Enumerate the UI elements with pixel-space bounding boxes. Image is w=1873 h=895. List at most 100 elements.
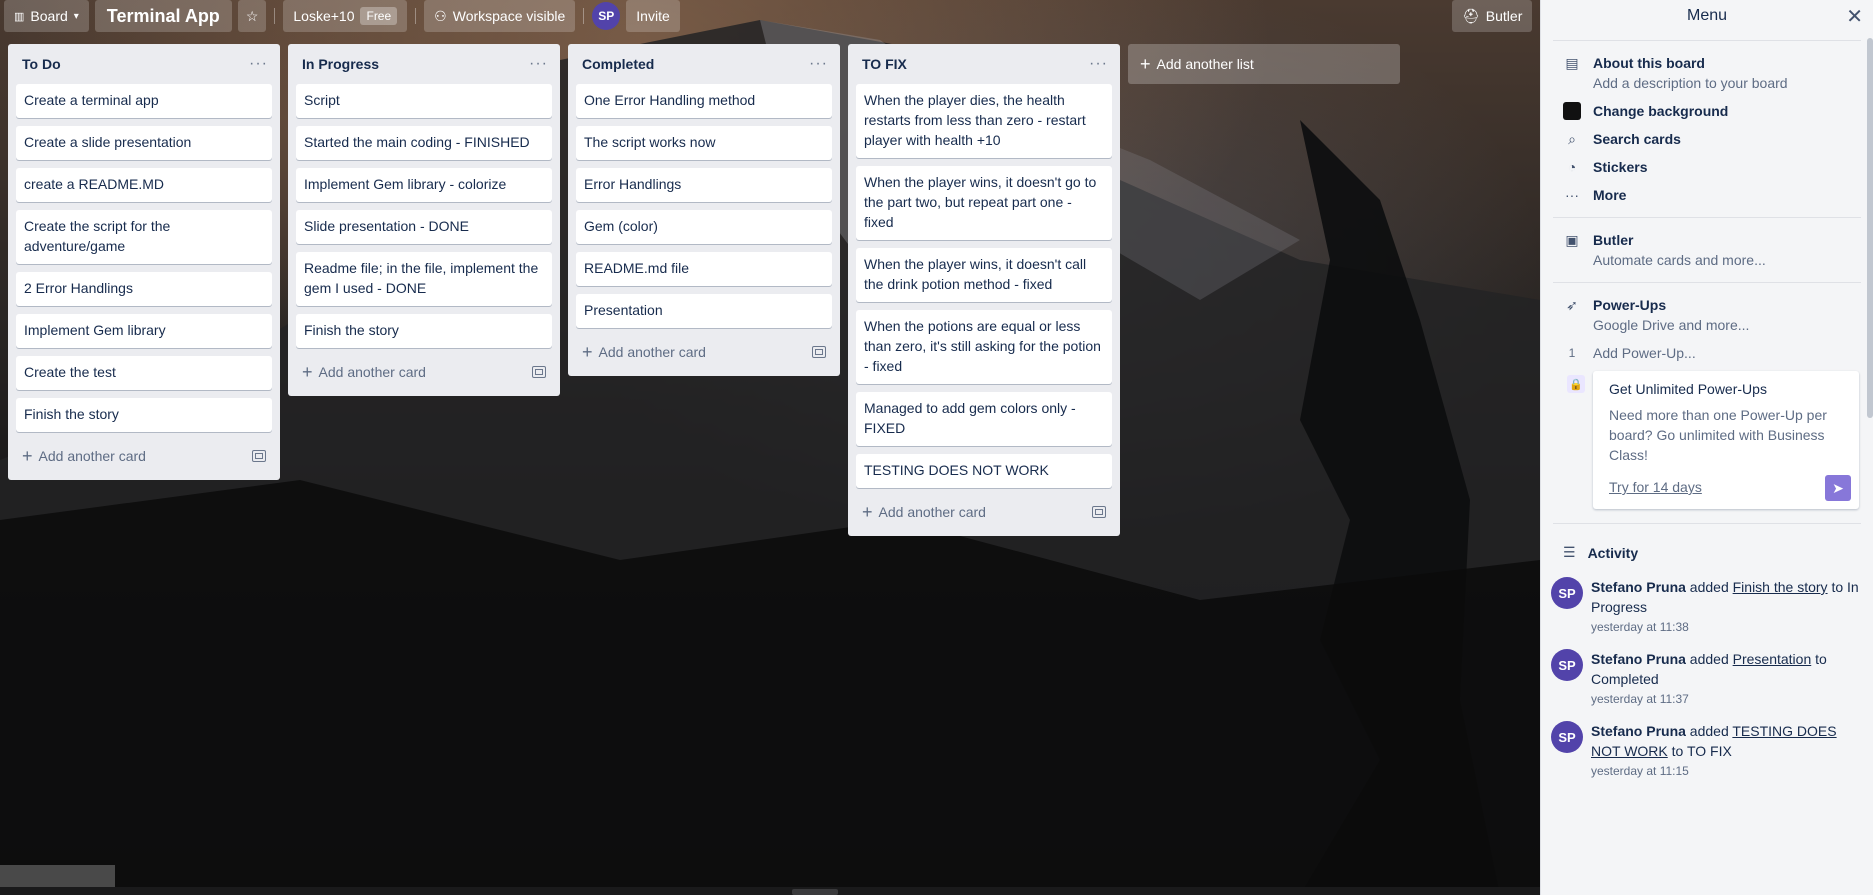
card-template-icon[interactable]	[1092, 506, 1106, 518]
activity-verb: added	[1689, 579, 1729, 595]
list-title[interactable]: TO FIX	[862, 56, 907, 72]
star-icon: ☆	[245, 7, 259, 24]
add-list-button[interactable]: + Add another list	[1128, 44, 1400, 84]
card-template-icon[interactable]	[532, 366, 546, 378]
card[interactable]: Implement Gem library - colorize	[296, 168, 552, 202]
card[interactable]: Create the test	[16, 356, 272, 390]
avatar[interactable]: SP	[1551, 577, 1583, 609]
about-board-item[interactable]: ▤ About this board Add a description to …	[1541, 49, 1873, 97]
activity-user: Stefano Pruna	[1591, 651, 1686, 667]
about-board-subtitle: Add a description to your board	[1593, 75, 1788, 91]
header-divider	[583, 8, 585, 24]
close-icon[interactable]: ✕	[1846, 4, 1863, 29]
header-divider	[274, 8, 276, 24]
stickers-item[interactable]: ◔ Stickers	[1541, 153, 1873, 181]
card-template-icon[interactable]	[812, 346, 826, 358]
board-switcher-button[interactable]: ▥ Board ▾	[4, 0, 89, 32]
card[interactable]: Script	[296, 84, 552, 118]
power-ups-item[interactable]: ➶ Power-Ups Google Drive and more...	[1541, 291, 1873, 339]
send-icon[interactable]: ➤	[1825, 475, 1851, 501]
list-title[interactable]: Completed	[582, 56, 654, 72]
menu-divider	[1553, 523, 1861, 524]
visibility-label: Workspace visible	[452, 8, 566, 24]
add-card-label: Add another card	[598, 344, 706, 360]
card[interactable]: Finish the story	[296, 314, 552, 348]
activity-time[interactable]: yesterday at 11:15	[1591, 761, 1861, 781]
list-menu-icon[interactable]: ···	[529, 55, 548, 73]
activity-card-link[interactable]: Presentation	[1733, 651, 1812, 667]
add-power-up-item[interactable]: 1 Add Power-Up...	[1541, 339, 1873, 367]
card[interactable]: Error Handlings	[576, 168, 832, 202]
invite-button[interactable]: Invite	[626, 0, 680, 32]
card[interactable]: When the potions are equal or less than …	[856, 310, 1112, 384]
menu-divider	[1553, 217, 1861, 218]
card[interactable]: Finish the story	[16, 398, 272, 432]
board-info-icon: ▤	[1565, 54, 1579, 71]
member-avatar[interactable]: SP	[592, 2, 621, 30]
add-card-button[interactable]: + Add another card	[582, 343, 706, 361]
list-menu-icon[interactable]: ···	[249, 55, 268, 73]
card[interactable]: Create a terminal app	[16, 84, 272, 118]
card[interactable]: Implement Gem library	[16, 314, 272, 348]
card[interactable]: Slide presentation - DONE	[296, 210, 552, 244]
try-free-link[interactable]: Try for 14 days	[1609, 479, 1702, 495]
butler-item[interactable]: ▣ Butler Automate cards and more...	[1541, 226, 1873, 274]
menu-divider	[1553, 40, 1861, 41]
card[interactable]: README.md file	[576, 252, 832, 286]
add-card-button[interactable]: + Add another card	[22, 447, 146, 465]
card[interactable]: When the player wins, it doesn't go to t…	[856, 166, 1112, 240]
activity-time[interactable]: yesterday at 11:38	[1591, 617, 1861, 637]
board-scroll-handle[interactable]	[792, 889, 838, 895]
list-menu-icon[interactable]: ···	[1089, 55, 1108, 73]
search-cards-item[interactable]: ⌕ Search cards	[1541, 125, 1873, 153]
card[interactable]: create a README.MD	[16, 168, 272, 202]
card[interactable]: Presentation	[576, 294, 832, 328]
add-card-label: Add another card	[318, 364, 426, 380]
activity-item: SP Stefano Pruna added Finish the story …	[1541, 571, 1873, 643]
add-card-button[interactable]: + Add another card	[862, 503, 986, 521]
add-card-button[interactable]: + Add another card	[302, 363, 426, 381]
card[interactable]: 2 Error Handlings	[16, 272, 272, 306]
avatar[interactable]: SP	[1551, 649, 1583, 681]
card[interactable]: Managed to add gem colors only - FIXED	[856, 392, 1112, 446]
activity-card-link[interactable]: Finish the story	[1733, 579, 1828, 595]
workspace-button[interactable]: Loske+10 Free	[283, 0, 408, 32]
card[interactable]: When the player wins, it doesn't call th…	[856, 248, 1112, 302]
visibility-button[interactable]: ⚇ Workspace visible	[424, 0, 576, 32]
stickers-label: Stickers	[1593, 159, 1648, 175]
card[interactable]: Create a slide presentation	[16, 126, 272, 160]
card[interactable]: Create the script for the adventure/game	[16, 210, 272, 264]
board-scroll-thumb[interactable]	[0, 865, 115, 887]
butler-header-button[interactable]: ⛑ Butler	[1452, 0, 1533, 32]
card[interactable]: The script works now	[576, 126, 832, 160]
board-header: ▥ Board ▾ Terminal App ☆ Loske+10 Free ⚇…	[0, 0, 1540, 32]
card[interactable]: Readme file; in the file, implement the …	[296, 252, 552, 306]
add-card-row: + Add another card	[856, 496, 1112, 528]
list-title[interactable]: In Progress	[302, 56, 379, 72]
list-in-progress: In Progress ··· Script Started the main …	[288, 44, 560, 396]
card[interactable]: Started the main coding - FINISHED	[296, 126, 552, 160]
board-title[interactable]: Terminal App	[94, 0, 232, 32]
people-icon: ⚇	[434, 7, 447, 24]
plus-icon: +	[862, 502, 873, 522]
star-button[interactable]: ☆	[237, 0, 267, 32]
more-item[interactable]: ··· More	[1541, 181, 1873, 209]
card[interactable]: Gem (color)	[576, 210, 832, 244]
menu-scrollbar[interactable]	[1867, 38, 1873, 418]
list-title[interactable]: To Do	[22, 56, 61, 72]
butler-icon: ▣	[1565, 231, 1579, 248]
activity-item: SP Stefano Pruna added TESTING DOES NOT …	[1541, 715, 1873, 787]
avatar[interactable]: SP	[1551, 721, 1583, 753]
add-card-label: Add another card	[38, 448, 146, 464]
change-background-item[interactable]: Change background	[1541, 97, 1873, 125]
activity-icon: ☰	[1563, 544, 1576, 560]
card[interactable]: When the player dies, the health restart…	[856, 84, 1112, 158]
lock-icon: 🔒	[1567, 375, 1585, 393]
card-template-icon[interactable]	[252, 450, 266, 462]
activity-time[interactable]: yesterday at 11:37	[1591, 689, 1861, 709]
card[interactable]: TESTING DOES NOT WORK	[856, 454, 1112, 488]
board-scrollbar[interactable]	[0, 887, 1540, 895]
list-menu-icon[interactable]: ···	[809, 55, 828, 73]
card[interactable]: One Error Handling method	[576, 84, 832, 118]
menu-header: Menu ✕	[1541, 0, 1873, 32]
